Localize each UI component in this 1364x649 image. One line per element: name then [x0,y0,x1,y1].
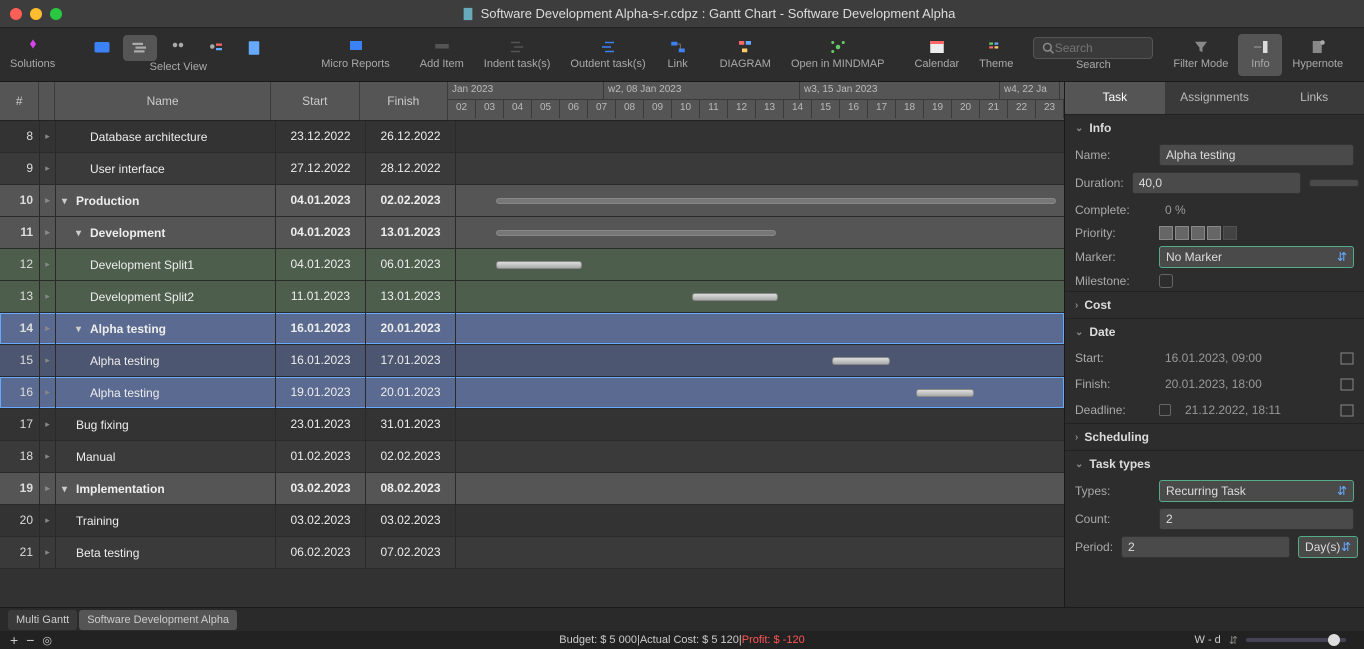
zoom-label: W - d [1195,634,1221,646]
zoom-stepper[interactable]: ⇵ [1229,634,1238,647]
view-team-button[interactable] [161,35,195,61]
micro-reports-button[interactable]: Micro Reports [311,34,399,76]
finish-value: 20.01.2023, 18:00 [1159,374,1332,394]
outdent-task-button[interactable]: Outdent task(s) [560,34,655,76]
document-icon [461,7,475,21]
duration-unit-select[interactable] [1309,179,1359,187]
titlebar: Software Development Alpha-s-r.cdpz : Ga… [0,0,1364,28]
milestone-checkbox[interactable] [1159,274,1173,288]
zoom-slider[interactable] [1246,638,1346,642]
toolbar: Solutions Select View Micro Reports Add … [0,28,1364,82]
view-gantt-button[interactable] [123,35,157,61]
tab-assignments[interactable]: Assignments [1165,82,1265,114]
gantt-panel: # Name Start Finish Jan 2023w2, 08 Jan 2… [0,82,1064,607]
period-unit-select[interactable]: Day(s)⇵ [1298,536,1358,558]
solutions-button[interactable]: Solutions [0,34,65,76]
task-name-input[interactable] [1159,144,1354,166]
target-icon[interactable]: ◎ [42,634,52,647]
table-row[interactable]: 18▸Manual01.02.202302.02.2023 [0,441,1064,473]
table-row[interactable]: 14▸▾Alpha testing16.01.202320.01.2023 [0,313,1064,345]
period-input[interactable] [1121,536,1290,558]
statusbar: + − ◎ Budget: $ 5 000|Actual Cost: $ 5 1… [0,631,1364,649]
priority-selector[interactable] [1159,226,1237,240]
deadline-checkbox[interactable] [1159,404,1171,416]
hypernote-button[interactable]: Hypernote [1282,34,1353,76]
column-start[interactable]: Start [271,82,359,120]
table-row[interactable]: 11▸▾Development04.01.202313.01.2023 [0,217,1064,249]
start-value: 16.01.2023, 09:00 [1159,348,1332,368]
table-row[interactable]: 9▸User interface27.12.202228.12.2022 [0,153,1064,185]
section-task-types[interactable]: ⌄Task types [1065,450,1364,477]
deadline-value: 21.12.2022, 18:11 [1179,400,1332,420]
view-resource-button[interactable] [199,35,233,61]
table-row[interactable]: 16▸Alpha testing19.01.202320.01.2023 [0,377,1064,409]
theme-button[interactable]: Theme [969,34,1023,76]
complete-value: 0 % [1159,200,1354,220]
section-info[interactable]: ⌄Info [1065,114,1364,141]
calendar-button[interactable]: Calendar [904,34,969,76]
timeline-header[interactable]: Jan 2023w2, 08 Jan 2023w3, 15 Jan 2023w4… [448,82,1064,120]
close-icon[interactable] [10,8,22,20]
calendar-icon[interactable] [1340,403,1354,417]
table-row[interactable]: 13▸Development Split211.01.202313.01.202… [0,281,1064,313]
table-row[interactable]: 8▸Database architecture23.12.202226.12.2… [0,121,1064,153]
section-cost[interactable]: ›Cost [1065,291,1364,318]
add-item-button: Add Item [410,34,474,76]
search-input[interactable] [1033,37,1153,59]
window-controls [10,8,62,20]
budget-text: Budget: $ 5 000|Actual Cost: $ 5 120| [559,634,741,646]
table-row[interactable]: 15▸Alpha testing16.01.202317.01.2023 [0,345,1064,377]
remove-icon[interactable]: − [26,632,34,648]
diagram-button[interactable]: DIAGRAM [710,34,781,76]
footer-tabs: Multi Gantt Software Development Alpha [0,607,1364,631]
info-button[interactable]: Info [1238,34,1282,76]
table-row[interactable]: 21▸Beta testing06.02.202307.02.2023 [0,537,1064,569]
add-icon[interactable]: + [10,632,18,648]
count-input[interactable] [1159,508,1354,530]
search-icon [1042,41,1054,55]
inspector-panel: Task Assignments Links ⌄Info Name: Durat… [1064,82,1364,607]
section-scheduling[interactable]: ›Scheduling [1065,423,1364,450]
table-row[interactable]: 12▸Development Split104.01.202306.01.202… [0,249,1064,281]
duration-input[interactable] [1132,172,1301,194]
column-finish[interactable]: Finish [360,82,448,120]
calendar-icon[interactable] [1340,351,1354,365]
types-select[interactable]: Recurring Task⇵ [1159,480,1354,502]
view-kanban-button[interactable] [85,35,119,61]
mindmap-button[interactable]: Open in MINDMAP [781,34,895,76]
column-name[interactable]: Name [55,82,271,120]
indent-task-button: Indent task(s) [474,34,561,76]
table-row[interactable]: 10▸▾Production04.01.202302.02.2023 [0,185,1064,217]
table-row[interactable]: 19▸▾Implementation03.02.202308.02.2023 [0,473,1064,505]
zoom-icon[interactable] [50,8,62,20]
calendar-icon[interactable] [1340,377,1354,391]
tab-task[interactable]: Task [1065,82,1165,114]
tab-links[interactable]: Links [1264,82,1364,114]
link-button[interactable]: Link [656,34,700,76]
view-doc-button[interactable] [237,35,271,61]
tab-project[interactable]: Software Development Alpha [79,610,237,630]
section-date[interactable]: ⌄Date [1065,318,1364,345]
table-row[interactable]: 20▸Training03.02.202303.02.2023 [0,505,1064,537]
profit-text: Profit: $ -120 [742,634,805,646]
window-title: Software Development Alpha-s-r.cdpz : Ga… [62,6,1354,21]
gantt-body[interactable]: 8▸Database architecture23.12.202226.12.2… [0,121,1064,607]
gantt-header: # Name Start Finish Jan 2023w2, 08 Jan 2… [0,82,1064,121]
column-disclosure [39,82,55,120]
column-number[interactable]: # [0,82,39,120]
tab-multi-gantt[interactable]: Multi Gantt [8,610,77,630]
filter-mode-button[interactable]: Filter Mode [1163,34,1238,76]
minimize-icon[interactable] [30,8,42,20]
marker-select[interactable]: No Marker⇵ [1159,246,1354,268]
table-row[interactable]: 17▸Bug fixing23.01.202331.01.2023 [0,409,1064,441]
